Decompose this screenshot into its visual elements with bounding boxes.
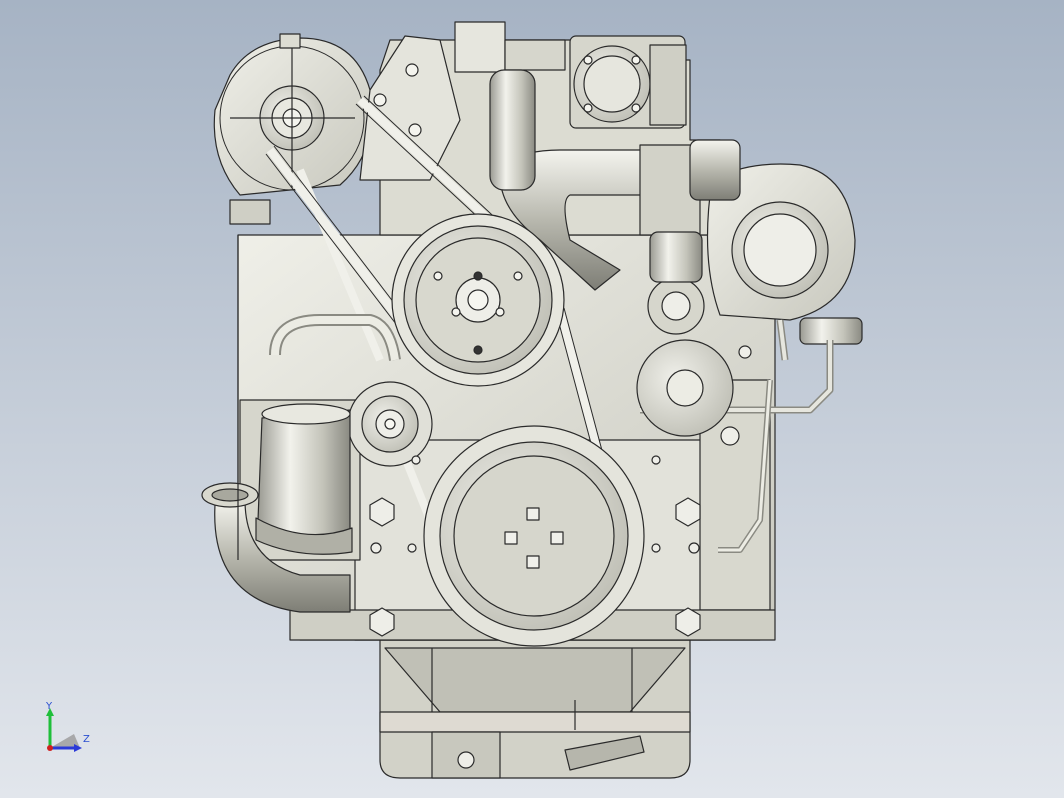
triad-y-label: Y	[46, 701, 53, 712]
thermostat-housing[interactable]	[569, 35, 687, 129]
water-pump-pulley[interactable]	[391, 213, 565, 387]
oil-pan[interactable]	[379, 639, 691, 779]
graphics-viewport[interactable]: Y Z	[0, 0, 1064, 798]
oil-filter[interactable]	[255, 403, 353, 555]
idler-pulley[interactable]	[347, 381, 433, 467]
crankshaft-damper[interactable]	[423, 425, 645, 647]
triad-x-axis	[47, 745, 53, 751]
alternator[interactable]	[213, 33, 373, 225]
triad-z-label: Z	[83, 734, 90, 745]
engine-model[interactable]	[0, 0, 1064, 798]
